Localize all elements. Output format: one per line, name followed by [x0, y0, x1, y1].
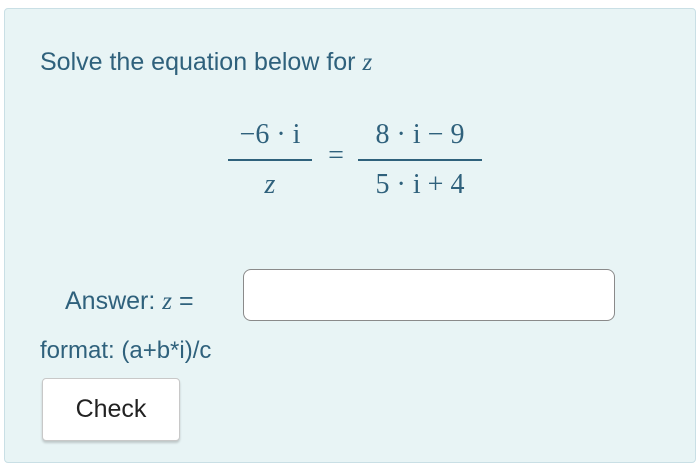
left-numerator: −6 · i [239, 119, 301, 150]
answer-variable: z [162, 288, 172, 315]
question-prompt: Solve the equation below for z [40, 48, 372, 77]
right-fraction-bar [358, 159, 482, 161]
right-fraction: 8 · i − 9 5 · i + 4 [358, 113, 482, 209]
prompt-text: Solve the equation below for [40, 48, 363, 76]
question-panel: Solve the equation below for z −6 · i z … [4, 8, 696, 463]
left-denominator: z [264, 169, 276, 200]
prompt-variable: z [362, 49, 373, 76]
answer-equals: = [172, 287, 194, 315]
answer-label: Answer: z = [65, 287, 194, 316]
left-fraction: −6 · i z [228, 113, 312, 209]
equation: −6 · i z = 8 · i − 9 5 · i + 4 [228, 113, 482, 209]
left-fraction-bar [228, 159, 312, 161]
right-denominator: 5 · i + 4 [375, 169, 465, 200]
equals-sign: = [328, 140, 344, 171]
format-hint: format: (a+b*i)/c [40, 337, 212, 364]
answer-label-text: Answer: [65, 287, 163, 315]
check-button[interactable]: Check [42, 378, 180, 441]
answer-input[interactable] [243, 269, 615, 321]
right-numerator: 8 · i − 9 [375, 119, 465, 150]
